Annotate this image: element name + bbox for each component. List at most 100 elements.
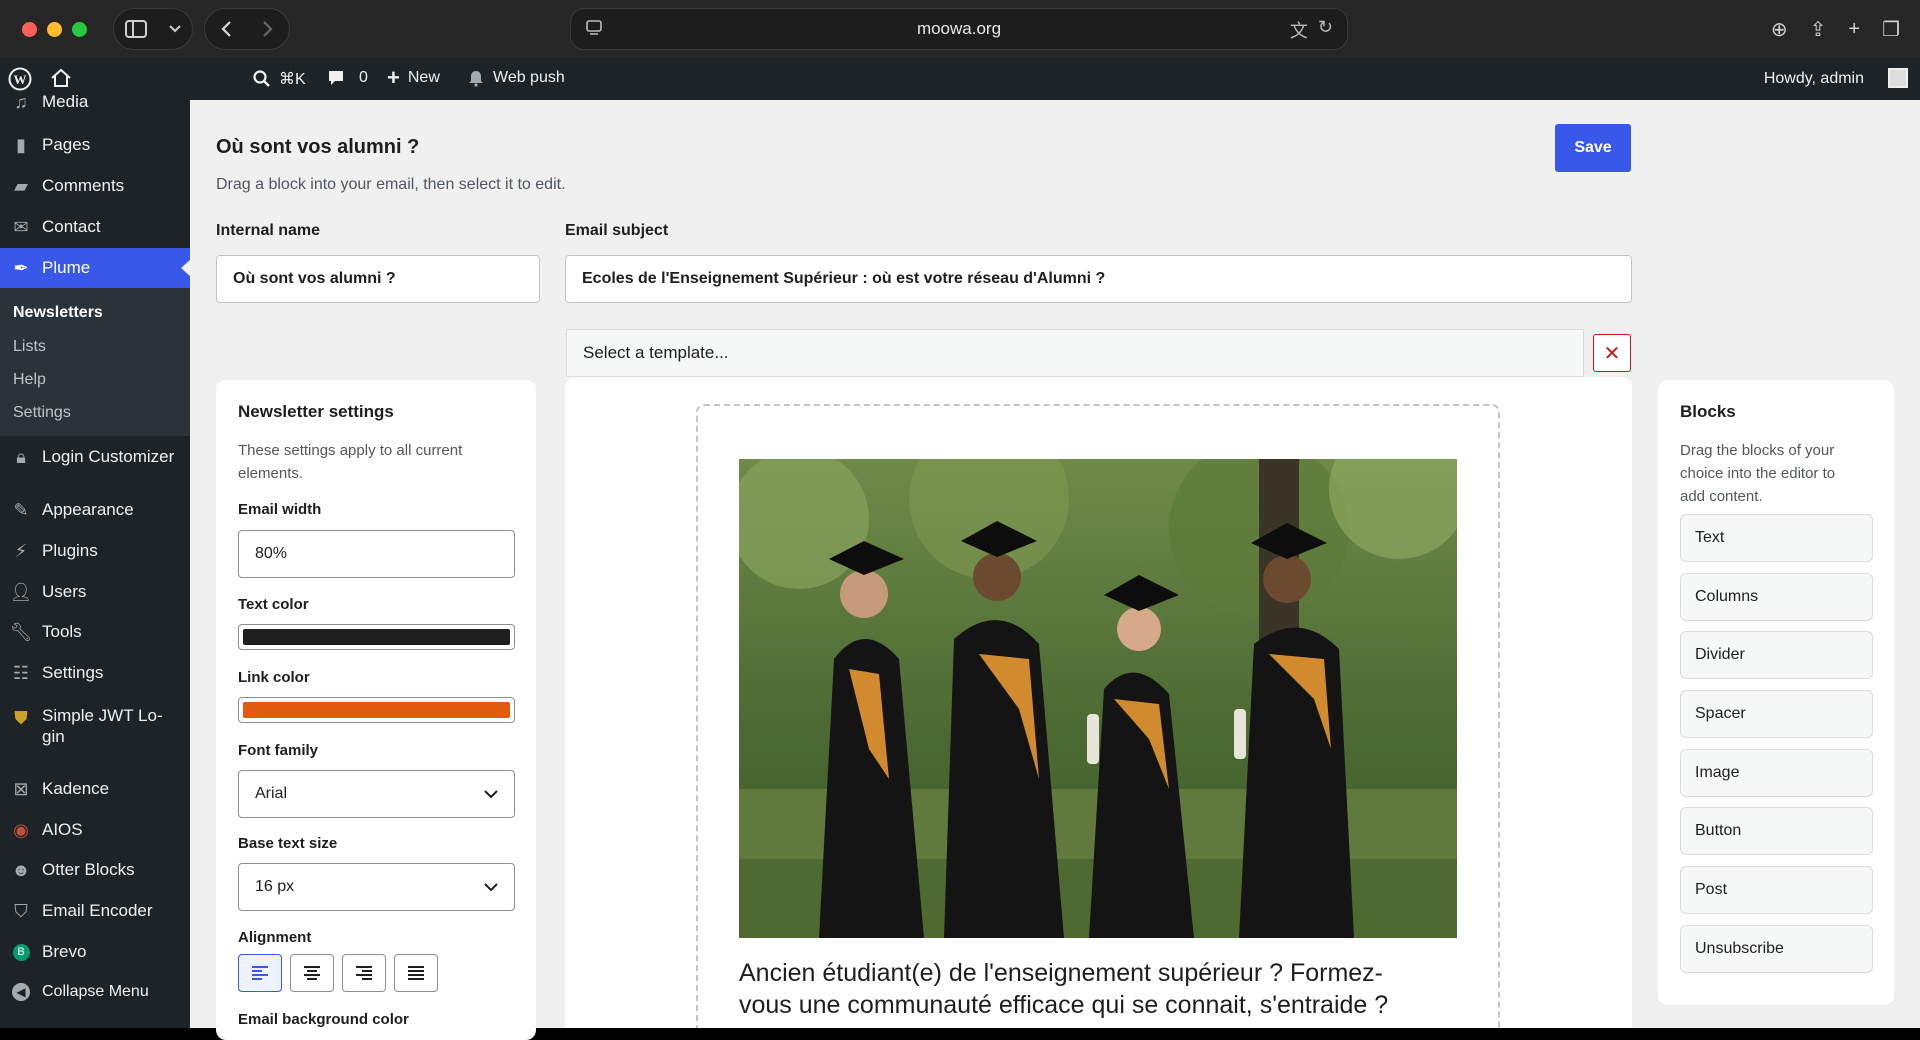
plus-icon: +: [387, 65, 400, 90]
email-text-block[interactable]: Ancien étudiant(e) de l'enseignement sup…: [739, 957, 1457, 1021]
web-push-label: Web push: [493, 69, 565, 86]
new-content-link[interactable]: + New: [387, 65, 440, 90]
email-image-block[interactable]: [739, 459, 1457, 938]
sidebar-item-aios[interactable]: ◉ AIOS: [0, 810, 190, 850]
address-bar[interactable]: moowa.org 文 ↻: [570, 8, 1348, 50]
sidebar-item-contact[interactable]: ✉ Contact: [0, 207, 190, 247]
submenu-help[interactable]: Help: [13, 371, 46, 389]
align-center-icon: [304, 966, 320, 980]
sidebar-item-plugins[interactable]: ⚡︎ Plugins: [0, 531, 190, 571]
font-family-select[interactable]: Arial: [238, 770, 515, 818]
sidebar-item-email-encoder[interactable]: ⛉ Email Encoder: [0, 891, 190, 931]
page-description: Drag a block into your email, then selec…: [216, 176, 566, 193]
share-icon[interactable]: ⇪: [1810, 17, 1827, 42]
user-icon: 👤︎: [9, 581, 33, 602]
block-image[interactable]: Image: [1680, 749, 1873, 797]
template-placeholder: Select a template...: [583, 343, 729, 362]
new-tab-icon[interactable]: +: [1848, 18, 1860, 41]
email-editor-canvas[interactable]: Ancien étudiant(e) de l'enseignement sup…: [565, 377, 1632, 1028]
comment-bubble-icon: [329, 71, 343, 85]
mail-icon: ✉: [13, 216, 29, 237]
window-controls: [22, 21, 87, 37]
align-right-icon: [356, 966, 372, 980]
shield-icon: ⛉: [14, 900, 28, 921]
home-icon[interactable]: [50, 68, 72, 88]
block-spacer[interactable]: Spacer: [1680, 690, 1873, 738]
save-button[interactable]: Save: [1555, 124, 1631, 172]
maximize-window-button[interactable]: [72, 21, 87, 37]
comments-link[interactable]: 0: [327, 69, 368, 87]
sidebar-item-label: Appearance: [42, 500, 134, 519]
wrench-icon: 🔧︎: [9, 621, 33, 642]
downloads-icon[interactable]: ⊕: [1771, 17, 1788, 42]
chevron-down-icon: [484, 882, 498, 891]
base-text-size-value: 16 px: [255, 878, 295, 895]
web-push-link[interactable]: Web push: [467, 69, 565, 87]
font-family-value: Arial: [255, 785, 288, 802]
sidebar-item-simple-jwt-login[interactable]: ⛊ Simple JWT Lo- gin: [0, 705, 190, 753]
block-post[interactable]: Post: [1680, 866, 1873, 914]
sidebar-item-label: Contact: [42, 217, 101, 236]
email-width-input[interactable]: 80%: [238, 530, 515, 578]
wp-admin-bar: W ⌘K 0 + New Web push Howdy, admin: [0, 58, 1920, 100]
block-divider[interactable]: Divider: [1680, 631, 1873, 679]
sidebar-item-plume[interactable]: ✒ Plume: [0, 248, 190, 288]
sidebar-item-comments[interactable]: ▰ Comments: [0, 166, 190, 206]
submenu-newsletters[interactable]: Newsletters: [13, 304, 103, 322]
sidebar-item-kadence[interactable]: ⊠ Kadence: [0, 769, 190, 809]
sidebar-item-login-customizer[interactable]: 🔒︎ Login Customizer: [0, 436, 190, 478]
sidebar-item-label: Email Encoder: [42, 901, 153, 920]
internal-name-field[interactable]: Où sont vos alumni ?: [216, 255, 540, 303]
blocks-description: Drag the blocks of your choice into the …: [1680, 439, 1835, 508]
search-shortcut[interactable]: ⌘K: [253, 69, 306, 89]
submenu-lists[interactable]: Lists: [13, 338, 46, 356]
clear-template-button[interactable]: ✕: [1593, 334, 1631, 372]
block-button[interactable]: Button: [1680, 807, 1873, 855]
otter-icon: ☻: [11, 859, 31, 880]
link-color-picker[interactable]: [238, 697, 515, 723]
sidebar-item-label: Collapse Menu: [42, 983, 149, 1000]
sidebar-item-appearance[interactable]: ✎ Appearance: [0, 490, 190, 530]
blocks-title: Blocks: [1680, 402, 1736, 421]
page-menu-icon[interactable]: [585, 19, 603, 37]
sidebar-item-otter-blocks[interactable]: ☻ Otter Blocks: [0, 850, 190, 890]
link-color-fill: [243, 702, 510, 718]
align-center-button[interactable]: [290, 954, 334, 992]
block-text[interactable]: Text: [1680, 514, 1873, 562]
lock-icon: 🔒︎: [16, 446, 26, 467]
email-subject-field[interactable]: Ecoles de l'Enseignement Supérieur : où …: [565, 255, 1632, 303]
align-justify-button[interactable]: [394, 954, 438, 992]
close-window-button[interactable]: [22, 21, 37, 37]
align-left-button[interactable]: [238, 954, 282, 992]
sidebar-item-settings[interactable]: ☷ Settings: [0, 653, 190, 693]
sidebar-item-collapse-menu[interactable]: ◀ Collapse Menu: [0, 972, 190, 1012]
sidebar-item-tools[interactable]: 🔧︎ Tools: [0, 612, 190, 652]
sidebar-item-pages[interactable]: ▮ Pages: [0, 125, 190, 165]
text-color-picker[interactable]: [238, 624, 515, 650]
sidebar-toggle-button[interactable]: [113, 8, 193, 50]
browser-toolbar: moowa.org 文 ↻ ⊕ ⇪ + ❐: [0, 0, 1920, 58]
settings-desc-line: elements.: [238, 465, 304, 482]
pages-icon: ▮: [16, 134, 26, 155]
submenu-settings[interactable]: Settings: [13, 404, 71, 422]
align-right-button[interactable]: [342, 954, 386, 992]
minimize-window-button[interactable]: [47, 21, 62, 37]
sidebar-item-brevo[interactable]: B Brevo: [0, 932, 190, 972]
forward-icon[interactable]: [262, 20, 274, 38]
back-icon[interactable]: [220, 20, 232, 38]
email-subject-label: Email subject: [565, 222, 669, 239]
sidebar-item-label-wrap: Simple JWT Lo- gin: [42, 705, 163, 747]
block-columns[interactable]: Columns: [1680, 573, 1873, 621]
translate-icon[interactable]: 文: [1290, 17, 1308, 43]
block-unsubscribe[interactable]: Unsubscribe: [1680, 925, 1873, 973]
tabs-overview-icon[interactable]: ❐: [1882, 17, 1900, 42]
howdy-user[interactable]: Howdy, admin: [1764, 70, 1864, 88]
sidebar-item-media[interactable]: ♫ Media: [0, 86, 190, 118]
avatar[interactable]: [1888, 68, 1908, 88]
reload-icon[interactable]: ↻: [1318, 17, 1333, 43]
template-select[interactable]: Select a template...: [566, 329, 1584, 377]
sidebar-item-users[interactable]: 👤︎ Users: [0, 572, 190, 612]
base-text-size-select[interactable]: 16 px: [238, 863, 515, 911]
search-shortcut-label: ⌘K: [279, 71, 306, 88]
active-indicator: [181, 260, 190, 276]
